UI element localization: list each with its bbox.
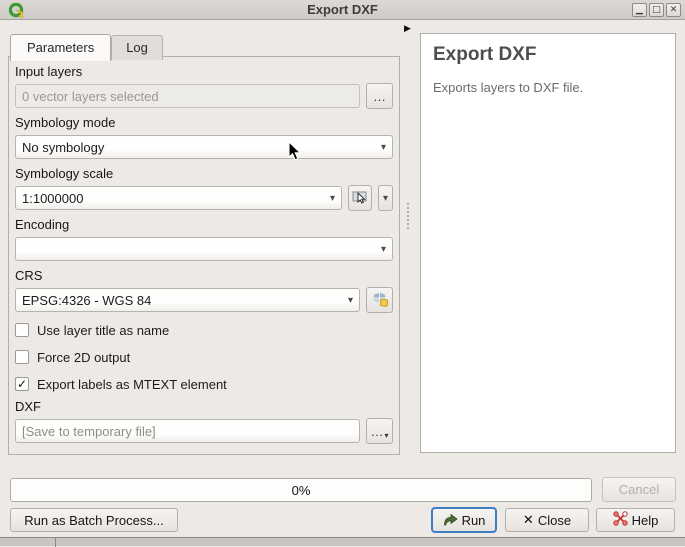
- chevron-down-icon: ▾: [375, 142, 386, 153]
- chevron-down-icon: ▾: [375, 244, 386, 255]
- background-window-edge: [0, 537, 685, 546]
- use-layer-title-row: Use layer title as name: [15, 322, 393, 338]
- chevron-down-icon: ▾: [383, 193, 388, 204]
- collapse-help-panel-icon[interactable]: ▶: [404, 23, 411, 34]
- symbology-scale-value: 1:1000000: [22, 191, 324, 206]
- tab-bar: Parameters Log: [10, 33, 163, 60]
- chevron-down-icon: ▾: [384, 431, 388, 440]
- select-crs-button[interactable]: [366, 287, 393, 313]
- force-2d-checkbox[interactable]: [15, 350, 29, 364]
- parameters-panel: Input layers 0 vector layers selected … …: [8, 56, 400, 455]
- map-cursor-icon: [352, 189, 368, 208]
- help-button[interactable]: Help: [596, 508, 675, 532]
- run-as-batch-button[interactable]: Run as Batch Process...: [10, 508, 178, 532]
- symbology-scale-label: Symbology scale: [15, 165, 393, 183]
- cancel-button: Cancel: [602, 477, 676, 502]
- run-button[interactable]: Run: [431, 507, 497, 533]
- force-2d-label: Force 2D output: [37, 350, 130, 365]
- minimize-icon[interactable]: ▁: [632, 3, 647, 17]
- chevron-down-icon: ▾: [342, 295, 353, 306]
- help-icon: [613, 511, 628, 529]
- help-panel: Export DXF Exports layers to DXF file.: [420, 33, 676, 453]
- scale-options-dropdown-button[interactable]: ▾: [378, 185, 393, 211]
- export-mtext-row: Export labels as MTEXT element: [15, 376, 393, 392]
- window-title: Export DXF: [0, 2, 685, 17]
- globe-icon: [371, 290, 389, 311]
- progress-value: 0%: [292, 483, 311, 498]
- help-button-label: Help: [632, 513, 659, 528]
- ellipsis-icon: …: [370, 424, 383, 439]
- close-button-label: Close: [538, 513, 571, 528]
- help-title: Export DXF: [433, 44, 663, 66]
- input-layers-browse-button[interactable]: …: [366, 83, 393, 109]
- progress-bar: 0%: [10, 478, 592, 502]
- tab-log[interactable]: Log: [111, 35, 163, 60]
- force-2d-row: Force 2D output: [15, 349, 393, 365]
- export-mtext-label: Export labels as MTEXT element: [37, 377, 227, 392]
- chevron-down-icon: ▾: [324, 193, 335, 204]
- symbology-mode-label: Symbology mode: [15, 114, 393, 132]
- window-controls: ▁ □ ✕: [632, 3, 681, 17]
- tab-parameters[interactable]: Parameters: [10, 34, 111, 61]
- export-mtext-checkbox[interactable]: [15, 377, 29, 391]
- use-layer-title-label: Use layer title as name: [37, 323, 169, 338]
- use-layer-title-checkbox[interactable]: [15, 323, 29, 337]
- titlebar: Export DXF ▁ □ ✕: [0, 0, 685, 20]
- symbology-mode-select[interactable]: No symbology ▾: [15, 135, 393, 159]
- crs-select[interactable]: EPSG:4326 - WGS 84 ▾: [15, 288, 360, 312]
- crs-value: EPSG:4326 - WGS 84: [22, 293, 342, 308]
- ellipsis-icon: …: [373, 89, 386, 104]
- symbology-mode-value: No symbology: [22, 140, 375, 155]
- dxf-browse-button[interactable]: … ▾: [366, 418, 393, 444]
- crs-label: CRS: [15, 267, 393, 285]
- encoding-label: Encoding: [15, 216, 393, 234]
- encoding-select[interactable]: ▾: [15, 237, 393, 261]
- close-button[interactable]: ✕ Close: [505, 508, 589, 532]
- run-arrow-icon: [443, 512, 458, 529]
- close-x-icon: ✕: [523, 512, 534, 528]
- qgis-logo-icon: [8, 2, 25, 19]
- input-layers-field[interactable]: 0 vector layers selected: [15, 84, 360, 108]
- symbology-scale-combo[interactable]: 1:1000000 ▾: [15, 186, 342, 210]
- help-description: Exports layers to DXF file.: [433, 80, 663, 95]
- input-layers-label: Input layers: [15, 63, 393, 81]
- run-button-label: Run: [462, 513, 486, 528]
- splitter-handle[interactable]: [407, 203, 409, 229]
- dxf-output-field[interactable]: [Save to temporary file]: [15, 419, 360, 443]
- set-scale-from-canvas-button[interactable]: [348, 185, 372, 211]
- close-icon[interactable]: ✕: [666, 3, 681, 17]
- mouse-cursor: [288, 141, 301, 164]
- dxf-label: DXF: [15, 398, 393, 416]
- maximize-icon[interactable]: □: [649, 3, 664, 17]
